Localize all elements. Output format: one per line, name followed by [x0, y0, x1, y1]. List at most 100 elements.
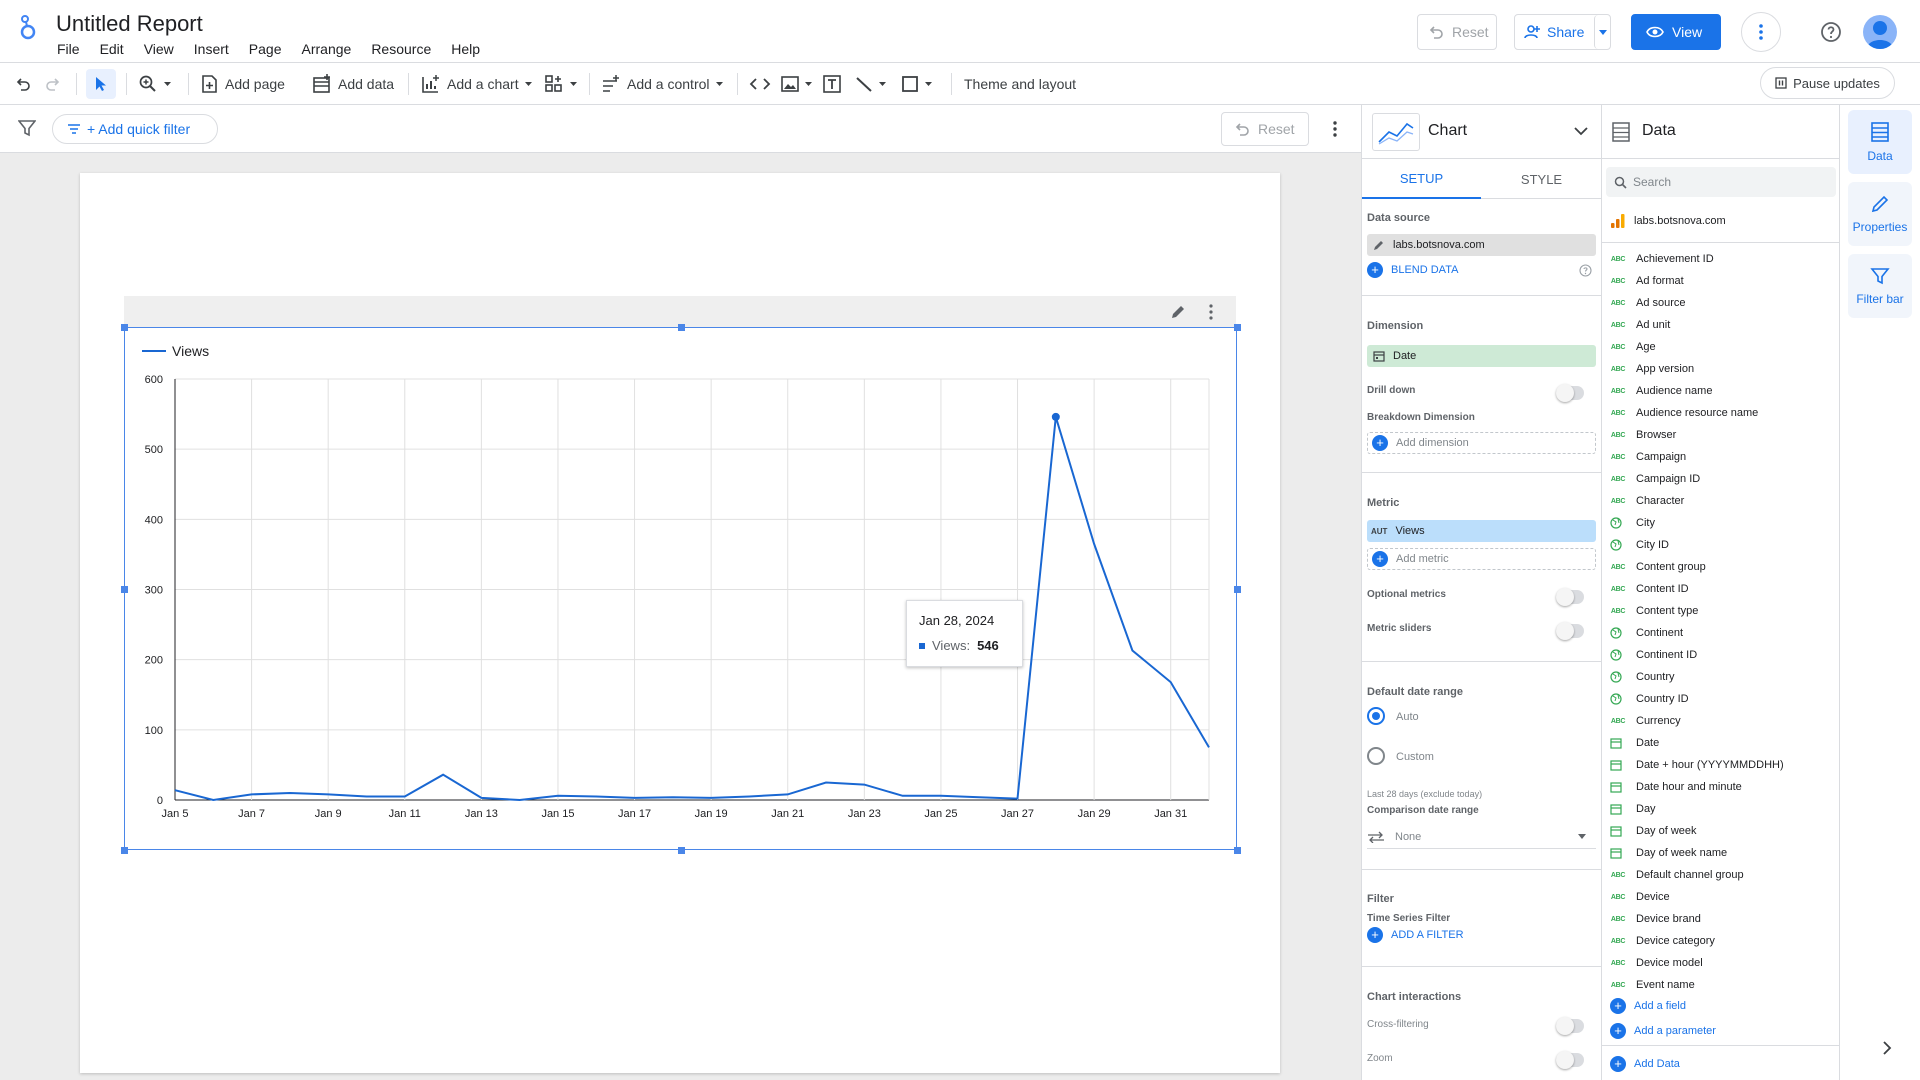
- add-page-button[interactable]: Add page: [201, 71, 285, 97]
- field-item[interactable]: Country ID: [1610, 688, 1689, 710]
- field-item[interactable]: City ID: [1610, 534, 1669, 556]
- reset-button[interactable]: Reset: [1417, 14, 1497, 50]
- field-item[interactable]: ABC Achievement ID: [1610, 248, 1714, 270]
- menu-edit[interactable]: Edit: [100, 41, 124, 57]
- filter-icon[interactable]: [18, 119, 36, 137]
- field-item[interactable]: ABC Device category: [1610, 930, 1715, 952]
- avatar[interactable]: [1863, 15, 1897, 49]
- add-metric-button[interactable]: + Add metric: [1367, 548, 1596, 570]
- field-item[interactable]: ABC App version: [1610, 358, 1694, 380]
- resize-handle[interactable]: [121, 847, 128, 854]
- field-item[interactable]: ABC Content ID: [1610, 578, 1689, 600]
- redo-button[interactable]: [44, 71, 62, 97]
- pause-updates-button[interactable]: Pause updates: [1760, 67, 1895, 99]
- chevron-right-icon[interactable]: [1882, 1041, 1892, 1055]
- field-item[interactable]: Day of week: [1610, 820, 1697, 842]
- undo-button[interactable]: [14, 71, 32, 97]
- zoom-toggle[interactable]: [1556, 1051, 1584, 1069]
- optional-metrics-toggle[interactable]: [1556, 588, 1584, 606]
- field-item[interactable]: Date + hour (YYYYMMDDHH): [1610, 754, 1784, 776]
- field-item[interactable]: ABC Device brand: [1610, 908, 1701, 930]
- custom-radio[interactable]: [1367, 747, 1385, 765]
- field-item[interactable]: Date: [1610, 732, 1659, 754]
- field-item[interactable]: ABC Ad unit: [1610, 314, 1670, 336]
- more-vert-icon[interactable]: [1333, 121, 1337, 137]
- community-visualizations-button[interactable]: [544, 71, 577, 97]
- field-item[interactable]: ABC Character: [1610, 490, 1684, 512]
- report-title[interactable]: Untitled Report: [56, 11, 203, 37]
- add-chart-button[interactable]: Add a chart: [421, 71, 532, 97]
- rail-properties-button[interactable]: Properties: [1848, 182, 1912, 246]
- help-icon[interactable]: [1819, 20, 1843, 44]
- menu-arrange[interactable]: Arrange: [302, 41, 352, 57]
- add-data-button[interactable]: + Add Data: [1610, 1056, 1680, 1072]
- rail-filter-bar-button[interactable]: Filter bar: [1848, 254, 1912, 318]
- menu-view[interactable]: View: [144, 41, 174, 57]
- field-item[interactable]: ABC Audience resource name: [1610, 402, 1758, 424]
- more-options-button[interactable]: [1741, 12, 1781, 52]
- resize-handle[interactable]: [1234, 586, 1241, 593]
- menu-page[interactable]: Page: [249, 41, 282, 57]
- field-item[interactable]: ABC Currency: [1610, 710, 1681, 732]
- field-item[interactable]: ABC Content type: [1610, 600, 1699, 622]
- field-item[interactable]: Date hour and minute: [1610, 776, 1742, 798]
- field-item[interactable]: Country: [1610, 666, 1675, 688]
- field-item[interactable]: Day: [1610, 798, 1656, 820]
- add-field-button[interactable]: + Add a field: [1610, 998, 1686, 1014]
- add-control-button[interactable]: Add a control: [601, 71, 723, 97]
- field-item[interactable]: City: [1610, 512, 1655, 534]
- cross-filtering-toggle[interactable]: [1556, 1017, 1584, 1035]
- field-item[interactable]: ABC Content group: [1610, 556, 1706, 578]
- resize-handle[interactable]: [1234, 847, 1241, 854]
- insert-image-button[interactable]: [781, 71, 812, 97]
- insert-line-button[interactable]: [855, 71, 886, 97]
- field-item[interactable]: ABC Ad source: [1610, 292, 1686, 314]
- add-dimension-button[interactable]: + Add dimension: [1367, 432, 1596, 454]
- field-item[interactable]: ABC Audience name: [1610, 380, 1713, 402]
- resize-handle[interactable]: [678, 847, 685, 854]
- field-item[interactable]: ABC Device: [1610, 886, 1670, 908]
- chart-type-selector[interactable]: Chart: [1362, 105, 1602, 159]
- insert-shape-button[interactable]: [901, 71, 932, 97]
- select-tool-button[interactable]: [86, 69, 116, 99]
- zoom-button[interactable]: [138, 71, 171, 97]
- help-icon[interactable]: [1579, 264, 1592, 277]
- field-item[interactable]: Continent: [1610, 622, 1683, 644]
- chart-header-bar[interactable]: [124, 296, 1236, 327]
- drill-down-toggle[interactable]: [1556, 384, 1584, 402]
- add-parameter-button[interactable]: + Add a parameter: [1610, 1023, 1716, 1039]
- field-search-input[interactable]: Search: [1606, 167, 1836, 197]
- embed-url-button[interactable]: [749, 71, 771, 97]
- menu-file[interactable]: File: [57, 41, 80, 57]
- insert-text-button[interactable]: [823, 71, 841, 97]
- field-item[interactable]: ABC Age: [1610, 336, 1656, 358]
- resize-handle[interactable]: [1234, 324, 1241, 331]
- add-quick-filter-button[interactable]: + Add quick filter: [52, 114, 218, 144]
- reset-filters-button[interactable]: Reset: [1221, 112, 1309, 146]
- resize-handle[interactable]: [678, 324, 685, 331]
- tab-setup[interactable]: SETUP: [1362, 159, 1481, 199]
- metric-sliders-toggle[interactable]: [1556, 622, 1584, 640]
- comparison-date-range-select[interactable]: None: [1367, 825, 1596, 849]
- field-item[interactable]: Day of week name: [1610, 842, 1727, 864]
- data-source-row[interactable]: labs.botsnova.com: [1610, 213, 1726, 229]
- menu-insert[interactable]: Insert: [194, 41, 229, 57]
- field-item[interactable]: ABC Browser: [1610, 424, 1676, 446]
- field-item[interactable]: ABC Campaign ID: [1610, 468, 1700, 490]
- field-item[interactable]: ABC Device model: [1610, 952, 1703, 974]
- share-dropdown-button[interactable]: [1594, 15, 1611, 49]
- dimension-chip[interactable]: Date: [1367, 345, 1596, 367]
- blend-data-button[interactable]: + BLEND DATA: [1367, 262, 1458, 278]
- add-filter-button[interactable]: + ADD A FILTER: [1367, 927, 1464, 943]
- more-vert-icon[interactable]: [1209, 304, 1213, 320]
- theme-and-layout-button[interactable]: Theme and layout: [964, 71, 1076, 97]
- resize-handle[interactable]: [121, 586, 128, 593]
- resize-handle[interactable]: [121, 324, 128, 331]
- field-item[interactable]: ABC Default channel group: [1610, 864, 1744, 886]
- data-source-chip[interactable]: labs.botsnova.com: [1367, 234, 1596, 256]
- view-button[interactable]: View: [1631, 14, 1721, 50]
- auto-radio[interactable]: [1367, 707, 1385, 725]
- menu-resource[interactable]: Resource: [371, 41, 431, 57]
- field-item[interactable]: ABC Campaign: [1610, 446, 1686, 468]
- looker-studio-logo[interactable]: [18, 14, 38, 42]
